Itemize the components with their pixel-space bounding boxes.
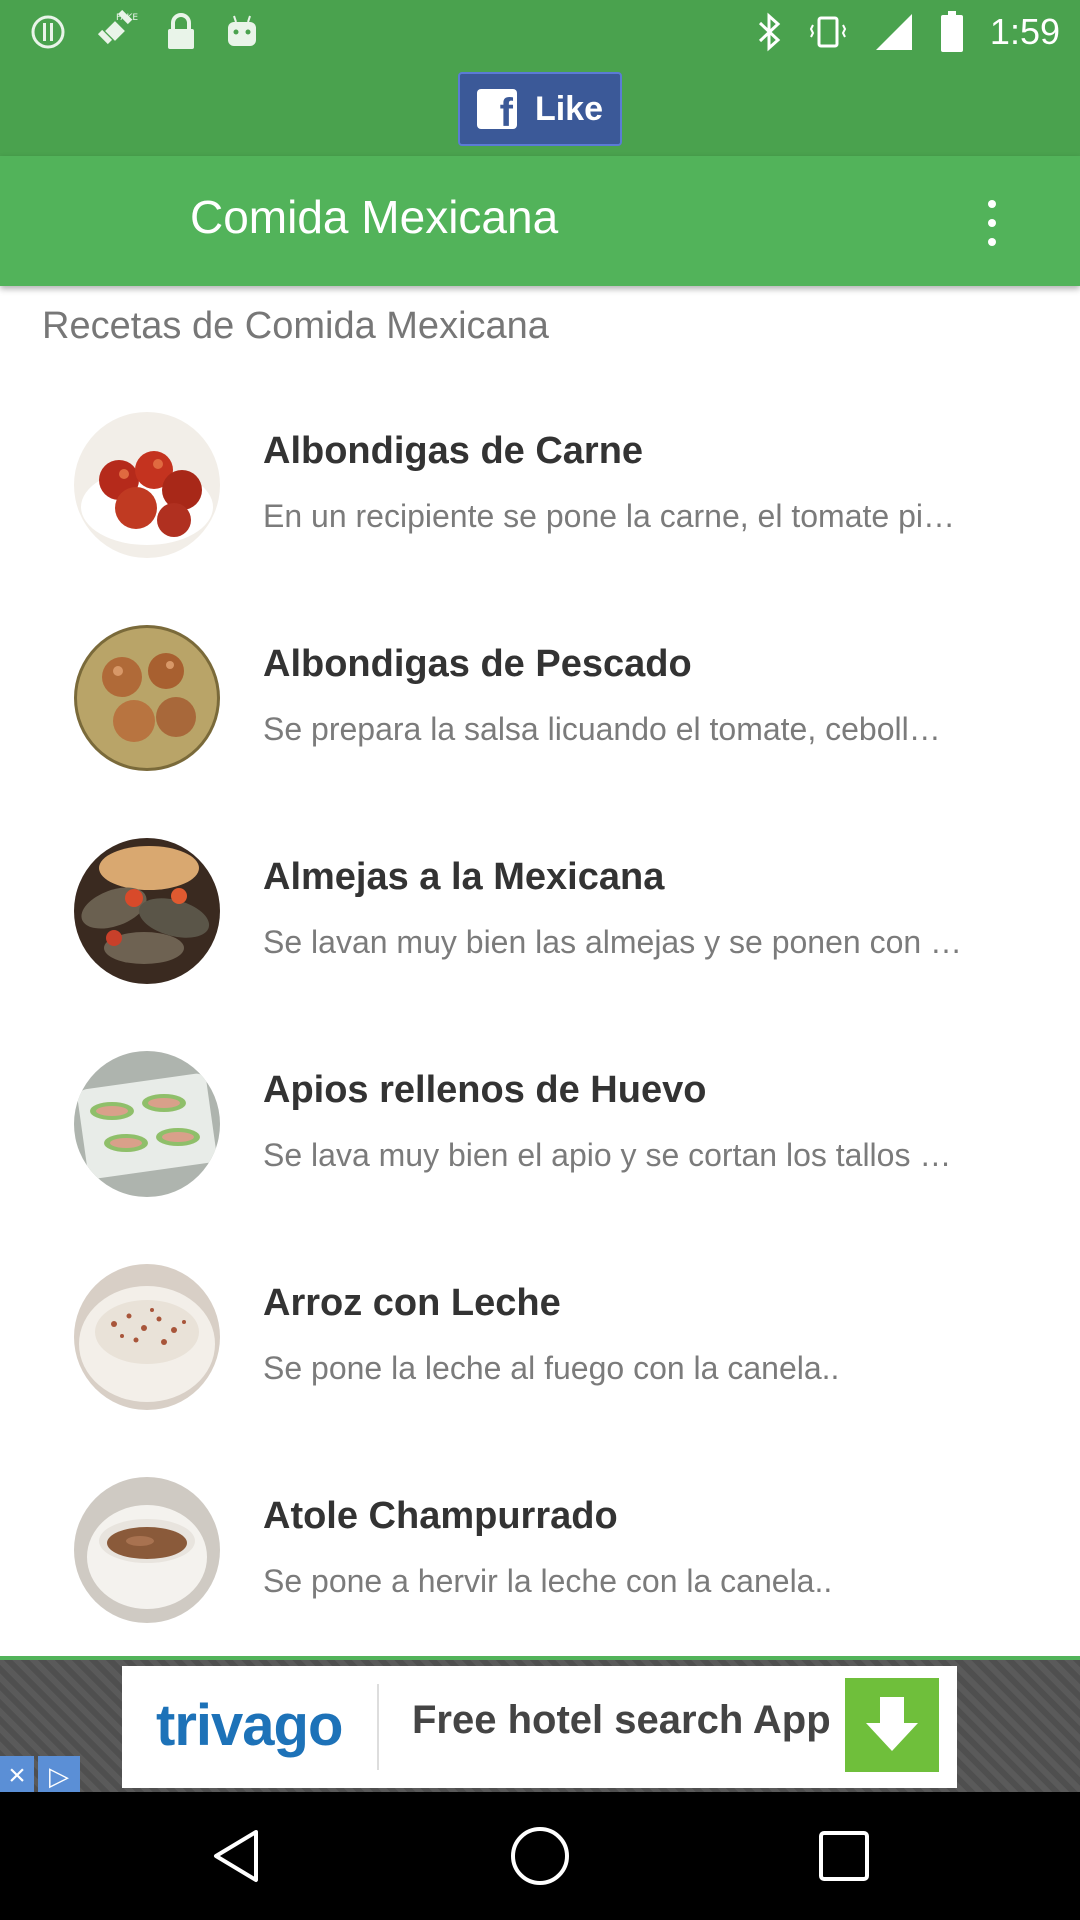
status-left-icons: FAKE [30,10,260,52]
lock-icon [168,13,194,49]
signal-icon [875,14,912,50]
recipe-title: Almejas a la Mexicana [263,856,665,898]
recipe-description: En un recipiente se pone la carne, el to… [263,498,955,534]
recipe-list: Albondigas de Carne En un recipiente se … [0,400,1080,1678]
trivago-ad[interactable]: trivago Free hotel search App [122,1666,957,1788]
recipe-thumbnail [74,412,220,558]
alert-icon [31,15,65,49]
more-vert-icon[interactable] [974,200,1010,246]
recipe-title: Albondigas de Pescado [263,643,692,685]
status-time: 1:59 [989,11,1060,52]
recipe-thumbnail [74,1264,220,1410]
recipe-thumbnail [74,838,220,984]
list-item[interactable]: Albondigas de Carne En un recipiente se … [0,400,1080,613]
recipe-thumbnail [74,1477,220,1623]
trivago-logo: trivago [156,1693,343,1758]
svg-text:FAKE: FAKE [116,13,138,23]
home-icon[interactable] [508,1824,572,1888]
fake-gps-icon: FAKE [97,10,138,45]
recipe-description: Se lava muy bien el apio y se cortan los… [263,1137,952,1173]
back-icon[interactable] [204,1824,268,1888]
recipe-description: Se prepara la salsa licuando el tomate, … [263,711,941,747]
list-item[interactable]: Apios rellenos de Huevo Se lava muy bien… [0,1039,1080,1252]
navigation-bar [0,1792,1080,1920]
battery-icon [940,11,963,52]
recipe-description: Se pone a hervir la leche con la canela.… [263,1563,833,1599]
recipe-description: Se lavan muy bien las almejas y se ponen… [263,924,963,960]
ad-divider [377,1684,379,1770]
ad-text: Free hotel search App [412,1698,831,1742]
recipe-title: Apios rellenos de Huevo [263,1069,707,1111]
download-icon[interactable] [845,1678,939,1772]
bluetooth-icon [758,12,781,52]
recipe-title: Arroz con Leche [263,1282,561,1324]
facebook-like-label: Like [534,89,604,128]
app-bar: Comida Mexicana [0,156,1080,286]
android-icon [228,15,256,46]
list-item[interactable]: Arroz con Leche Se pone la leche al fueg… [0,1252,1080,1465]
recents-icon[interactable] [812,1824,876,1888]
ad-close-button[interactable]: × [0,1756,34,1796]
app-title: Comida Mexicana [190,191,559,243]
ad-banner-area: trivago Free hotel search App × ▷ [0,1656,1080,1796]
ad-choices-icon[interactable]: ▷ [38,1756,80,1796]
list-item[interactable]: Atole Champurrado Se pone a hervir la le… [0,1465,1080,1678]
recipe-title: Albondigas de Carne [263,430,644,472]
status-right-icons: 1:59 [756,8,1060,56]
vibrate-icon [809,16,847,48]
recipe-title: Atole Champurrado [263,1495,618,1537]
recipe-description: Se pone la leche al fuego con la canela.… [263,1350,840,1386]
recipe-thumbnail [74,625,220,771]
list-item[interactable]: Almejas a la Mexicana Se lavan muy bien … [0,826,1080,1039]
list-item[interactable]: Albondigas de Pescado Se prepara la sals… [0,613,1080,826]
facebook-like-button[interactable]: f Like [458,72,622,146]
recipe-thumbnail [74,1051,220,1197]
section-title: Recetas de Comida Mexicana [42,305,549,347]
facebook-icon: f [476,89,517,133]
